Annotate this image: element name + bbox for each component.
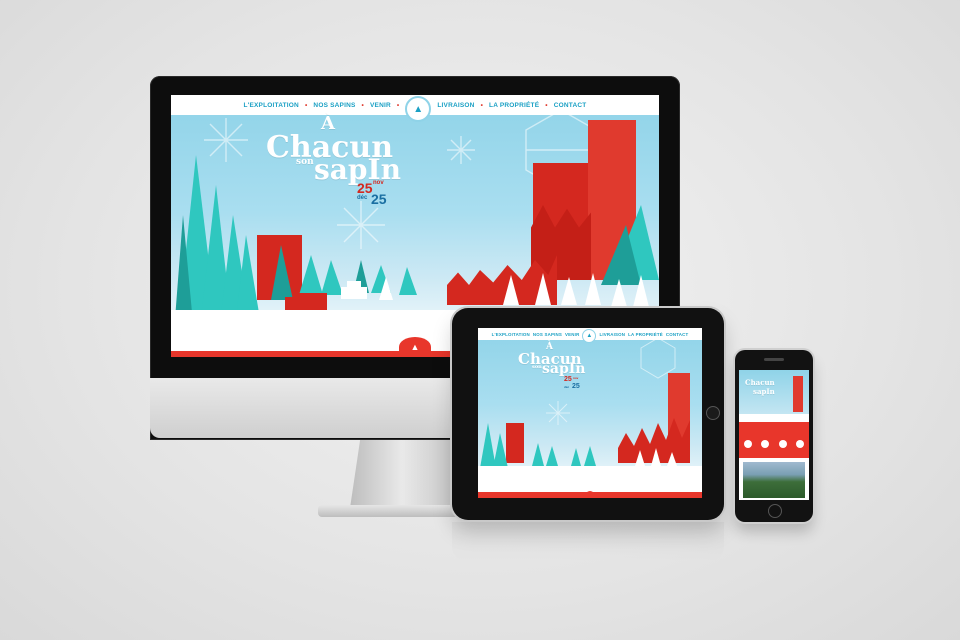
date-start-month: nov: [373, 180, 384, 186]
tree-icon[interactable]: ▲: [399, 337, 431, 357]
date-end-day: 25: [371, 191, 387, 207]
date-end-month: déc: [564, 385, 570, 389]
nav-item-livraison[interactable]: LIVRAISON: [599, 332, 625, 337]
nav-item-exploitation[interactable]: L'EXPLOITATION: [244, 102, 299, 109]
building-tower: [793, 376, 803, 412]
landscape-photo: [743, 462, 805, 498]
iphone-home-button: [768, 504, 782, 518]
iphone-screen: Chacun sapIn: [739, 370, 809, 500]
title-sapin: sapIn: [753, 387, 775, 396]
red-strip: [739, 422, 809, 430]
circle-icon[interactable]: [778, 440, 787, 448]
title-sapin: sapIn: [542, 361, 586, 377]
ipad-site-nav: L'EXPLOITATION NOS SAPINS VENIR ▲ LIVRAI…: [478, 328, 702, 343]
nav-item-nos-sapins[interactable]: NOS SAPINS: [533, 332, 562, 337]
title-chacun: Chacun: [745, 378, 775, 387]
title-son: son: [296, 157, 314, 167]
snow-ground: [739, 414, 809, 422]
nav-item-venir[interactable]: VENIR: [370, 102, 391, 109]
nav-separator: •: [396, 101, 400, 109]
nav-item-contact[interactable]: CONTACT: [554, 102, 587, 109]
nav-separator: •: [545, 101, 548, 109]
nav-item-contact[interactable]: CONTACT: [666, 332, 689, 337]
iphone-hero: Chacun sapIn: [739, 370, 809, 422]
date-end-month: déc: [357, 195, 368, 201]
nav-item-exploitation[interactable]: L'EXPLOITATION: [492, 332, 530, 337]
ipad-scene: [478, 337, 702, 498]
nav-separator: •: [480, 101, 484, 109]
circle-icon[interactable]: [761, 440, 770, 448]
circle-icon[interactable]: [796, 440, 805, 448]
nav-item-livraison[interactable]: LIVRAISON: [437, 102, 474, 109]
date-end-day: 25: [572, 383, 580, 390]
date-start-day: 25: [564, 376, 572, 383]
icon-row: [739, 430, 809, 458]
nav-item-propriete[interactable]: LA PROPRIÉTÉ: [489, 102, 539, 109]
date-start-month: nov: [573, 376, 579, 380]
site-nav: L'EXPLOITATION • NOS SAPINS • VENIR • ▲ …: [171, 95, 659, 122]
nav-separator: •: [361, 101, 364, 109]
circle-icon[interactable]: [743, 440, 752, 448]
nav-item-propriete[interactable]: LA PROPRIÉTÉ: [628, 332, 663, 337]
nav-item-nos-sapins[interactable]: NOS SAPINS: [313, 102, 355, 109]
iphone-speaker: [764, 358, 784, 361]
ipad-screen: L'EXPLOITATION NOS SAPINS VENIR ▲ LIVRAI…: [478, 328, 702, 498]
nav-separator: •: [304, 101, 308, 109]
ipad-home-button: [706, 406, 720, 420]
nav-item-venir[interactable]: VENIR: [565, 332, 579, 337]
ipad-reflection: [452, 522, 724, 562]
title-son: son: [532, 364, 542, 370]
